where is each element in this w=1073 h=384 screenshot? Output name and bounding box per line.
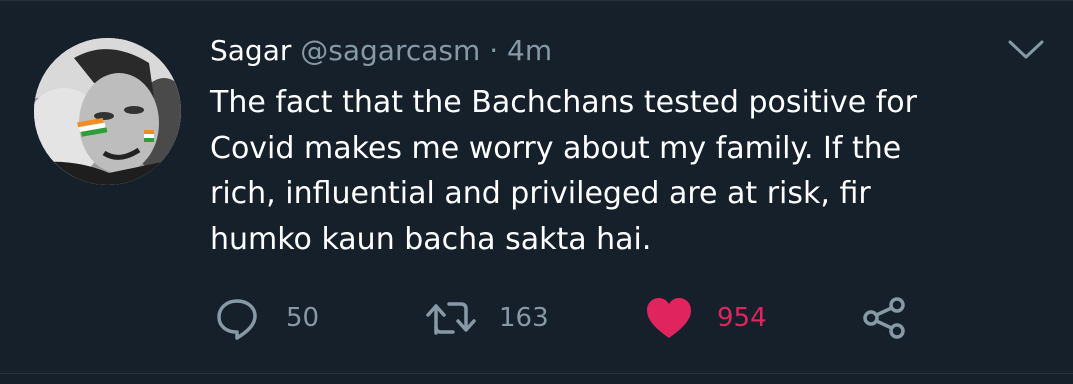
share-button[interactable] [858, 290, 910, 346]
retweet-count: 163 [499, 303, 549, 333]
reply-icon [214, 295, 260, 341]
retweet-button[interactable]: 163 [425, 290, 549, 346]
tweet-actions: 50 163 954 [0, 290, 1073, 346]
like-button[interactable]: 954 [645, 290, 767, 346]
tweet-text-line: The fact that the Bachchans tested posit… [210, 85, 917, 120]
avatar[interactable] [34, 38, 181, 185]
tweet-text-line: Covid makes me worry about my family. If… [210, 130, 902, 166]
like-count: 954 [717, 303, 767, 333]
reply-button[interactable]: 50 [214, 290, 319, 346]
timestamp[interactable]: 4m [507, 34, 552, 67]
heart-icon [645, 296, 693, 340]
tweet-text: The fact that the Bachchans tested posit… [210, 80, 1040, 262]
tweet-header: Sagar @sagarcasm · 4m [210, 30, 552, 72]
share-icon [858, 295, 910, 341]
top-divider [0, 0, 1073, 1]
user-handle[interactable]: @sagarcasm [300, 34, 480, 67]
reply-count: 50 [286, 303, 320, 333]
profile-photo [34, 38, 181, 185]
tweet-text-line: humko kaun bacha sakta hai. [210, 221, 652, 257]
separator-dot: · [489, 34, 499, 67]
bottom-divider [0, 373, 1073, 374]
display-name[interactable]: Sagar [210, 34, 291, 67]
retweet-icon [425, 295, 477, 341]
chevron-down-icon[interactable] [1006, 38, 1046, 62]
tweet-text-line: rich, influential and privileged are at … [210, 176, 871, 211]
